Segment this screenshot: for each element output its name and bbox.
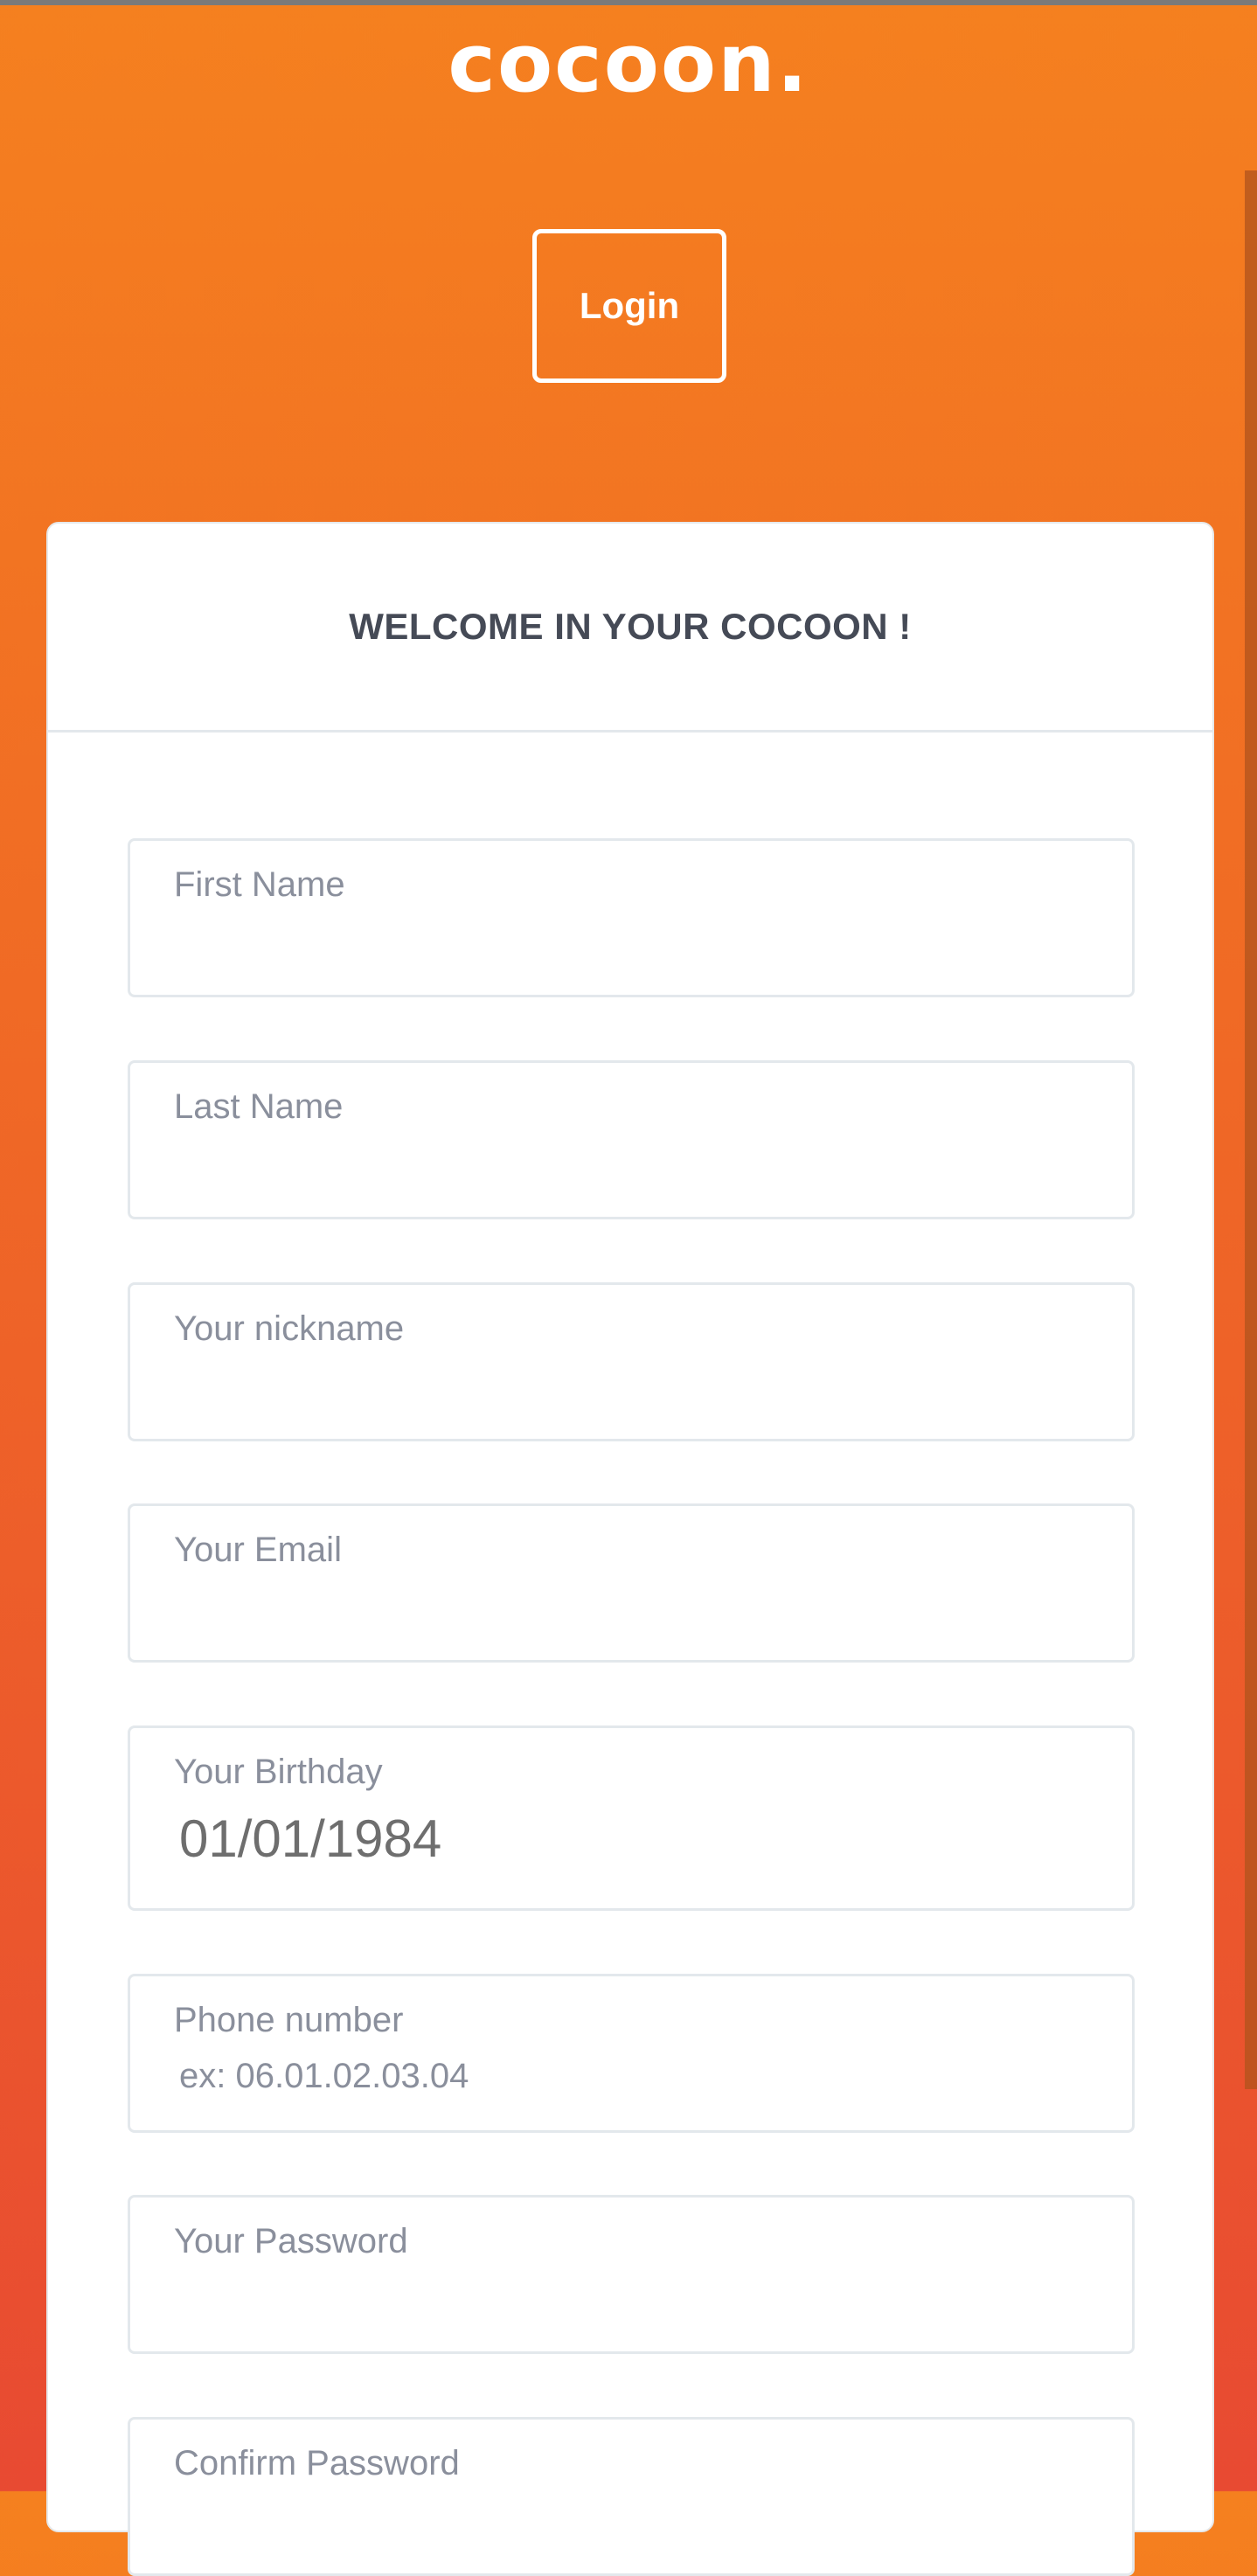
password-field[interactable]: Your Password	[128, 2195, 1135, 2354]
birthday-label: Your Birthday	[174, 1753, 383, 1791]
page-scrollbar[interactable]	[1245, 170, 1257, 2089]
card-title: WELCOME IN YOUR COCOON !	[349, 606, 912, 647]
password-label: Your Password	[174, 2222, 408, 2260]
nickname-label: Your nickname	[174, 1309, 405, 1348]
phone-label: Phone number	[174, 2001, 404, 2039]
nickname-field[interactable]: Your nickname	[128, 1282, 1135, 1441]
login-button[interactable]: Login	[532, 229, 726, 383]
email-label: Your Email	[174, 1531, 342, 1569]
birthday-value[interactable]: 01/01/1984	[179, 1809, 441, 1869]
top-rule	[0, 0, 1257, 5]
card-header: WELCOME IN YOUR COCOON !	[48, 524, 1212, 733]
confirm-password-label: Confirm Password	[174, 2444, 460, 2482]
phone-field[interactable]: Phone number ex: 06.01.02.03.04	[128, 1974, 1135, 2133]
last-name-label: Last Name	[174, 1087, 344, 1126]
signup-card: WELCOME IN YOUR COCOON ! First Name Last…	[46, 522, 1214, 2576]
first-name-label: First Name	[174, 865, 345, 904]
email-field[interactable]: Your Email	[128, 1503, 1135, 1663]
last-name-field[interactable]: Last Name	[128, 1060, 1135, 1219]
birthday-field[interactable]: Your Birthday 01/01/1984	[128, 1725, 1135, 1911]
confirm-password-field[interactable]: Confirm Password	[128, 2417, 1135, 2576]
phone-placeholder[interactable]: ex: 06.01.02.03.04	[179, 2057, 469, 2096]
cocoon-logo: cocoon.	[448, 17, 809, 110]
first-name-field[interactable]: First Name	[128, 838, 1135, 997]
